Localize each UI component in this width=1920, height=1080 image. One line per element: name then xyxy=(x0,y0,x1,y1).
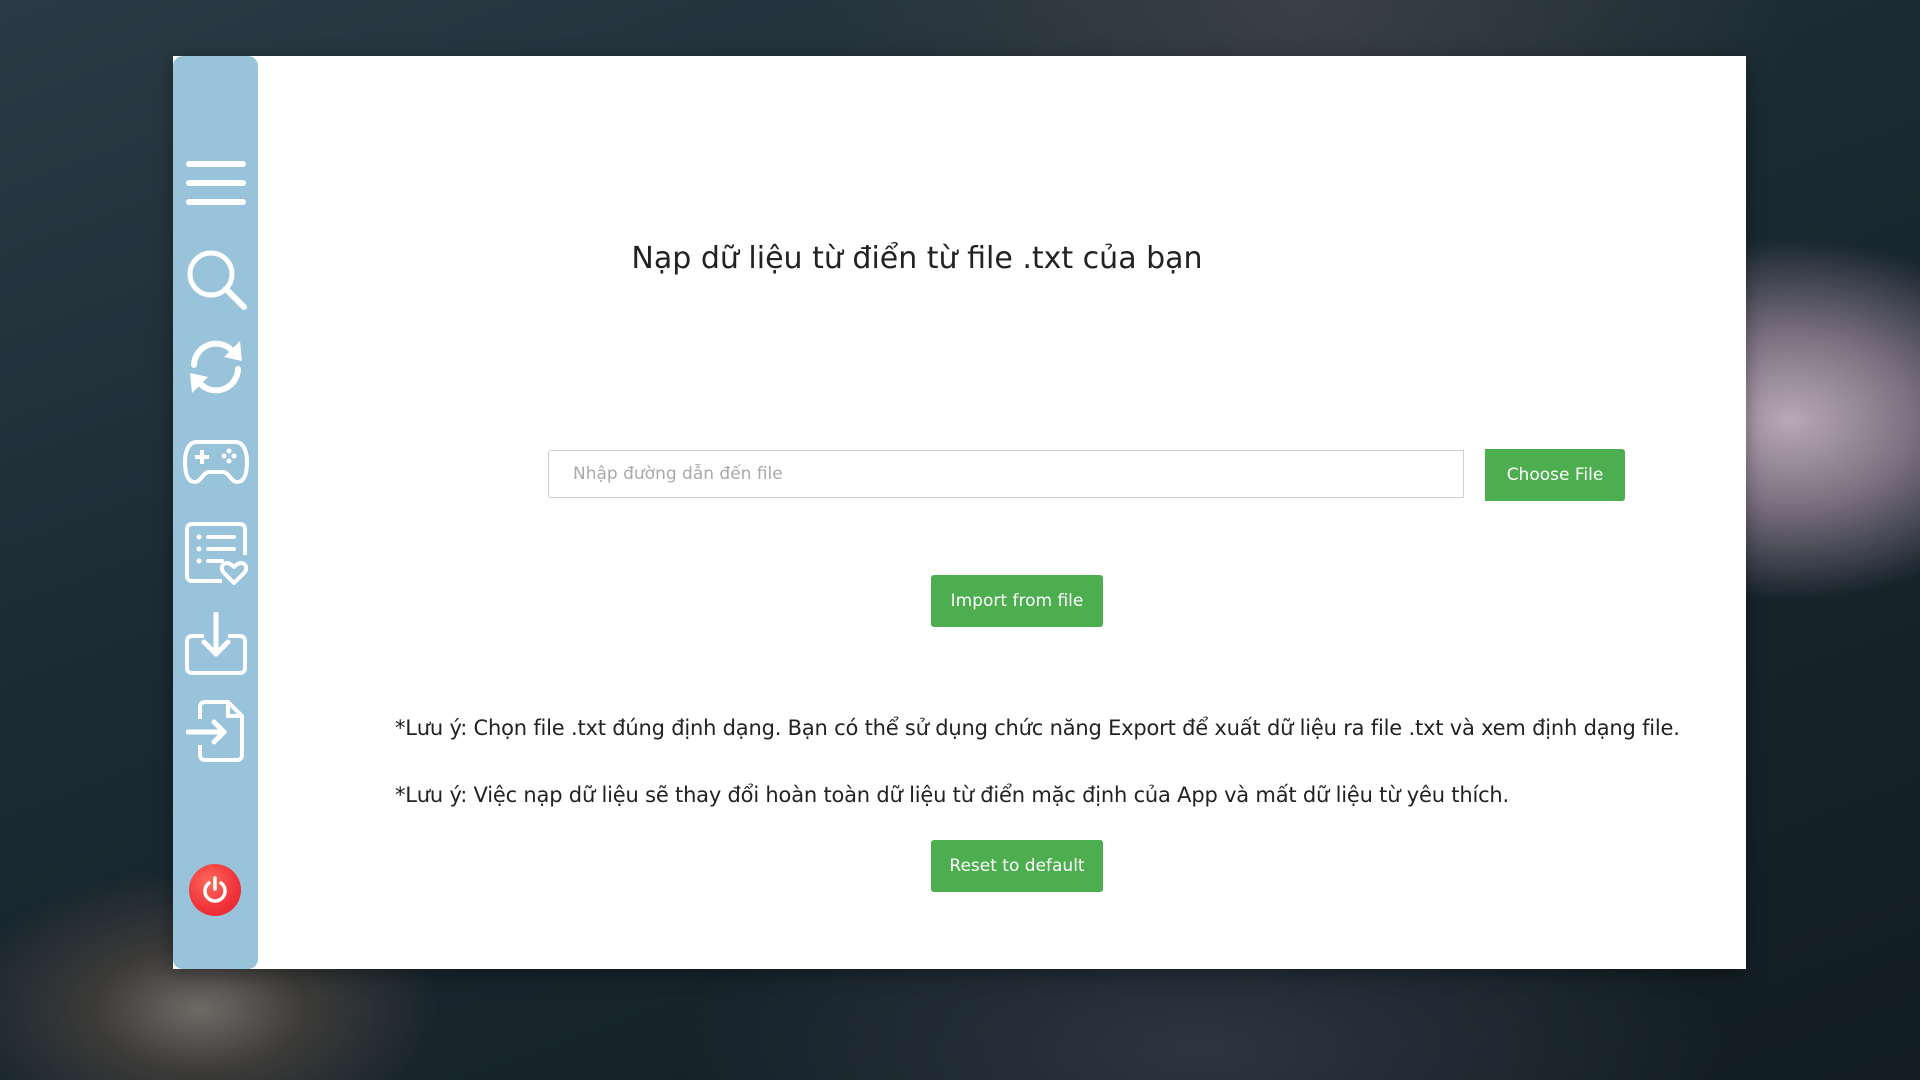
sidebar-item-menu[interactable] xyxy=(181,148,251,218)
sidebar-item-search[interactable] xyxy=(181,244,251,314)
import-panel: Nạp dữ liệu từ điển từ file .txt của bạn… xyxy=(258,56,1746,969)
import-from-file-button[interactable]: Import from file xyxy=(931,575,1103,627)
import-file-icon xyxy=(186,700,244,762)
page-title: Nạp dữ liệu từ điển từ file .txt của bạn xyxy=(631,241,1203,276)
warning-note: *Lưu ý: Việc nạp dữ liệu sẽ thay đổi hoà… xyxy=(395,783,1510,807)
menu-icon xyxy=(186,161,246,205)
sidebar xyxy=(173,56,258,969)
sidebar-item-sync[interactable] xyxy=(181,332,251,402)
sidebar-item-download[interactable] xyxy=(181,609,251,679)
app-window: Nạp dữ liệu từ điển từ file .txt của bạn… xyxy=(173,56,1746,969)
power-icon xyxy=(203,876,227,903)
reset-to-default-button[interactable]: Reset to default xyxy=(931,840,1103,892)
favorite-list-icon xyxy=(185,522,248,585)
format-note: *Lưu ý: Chọn file .txt đúng định dạng. B… xyxy=(395,716,1680,740)
sidebar-item-game[interactable] xyxy=(181,426,251,496)
choose-file-button[interactable]: Choose File xyxy=(1485,449,1625,501)
gamepad-icon xyxy=(183,440,249,485)
search-icon xyxy=(187,250,247,310)
sync-icon xyxy=(190,340,242,394)
sidebar-item-import[interactable] xyxy=(181,696,251,766)
download-icon xyxy=(185,612,247,675)
file-path-input[interactable] xyxy=(548,450,1464,498)
power-button[interactable] xyxy=(189,864,241,916)
sidebar-item-favorites[interactable] xyxy=(181,519,251,589)
